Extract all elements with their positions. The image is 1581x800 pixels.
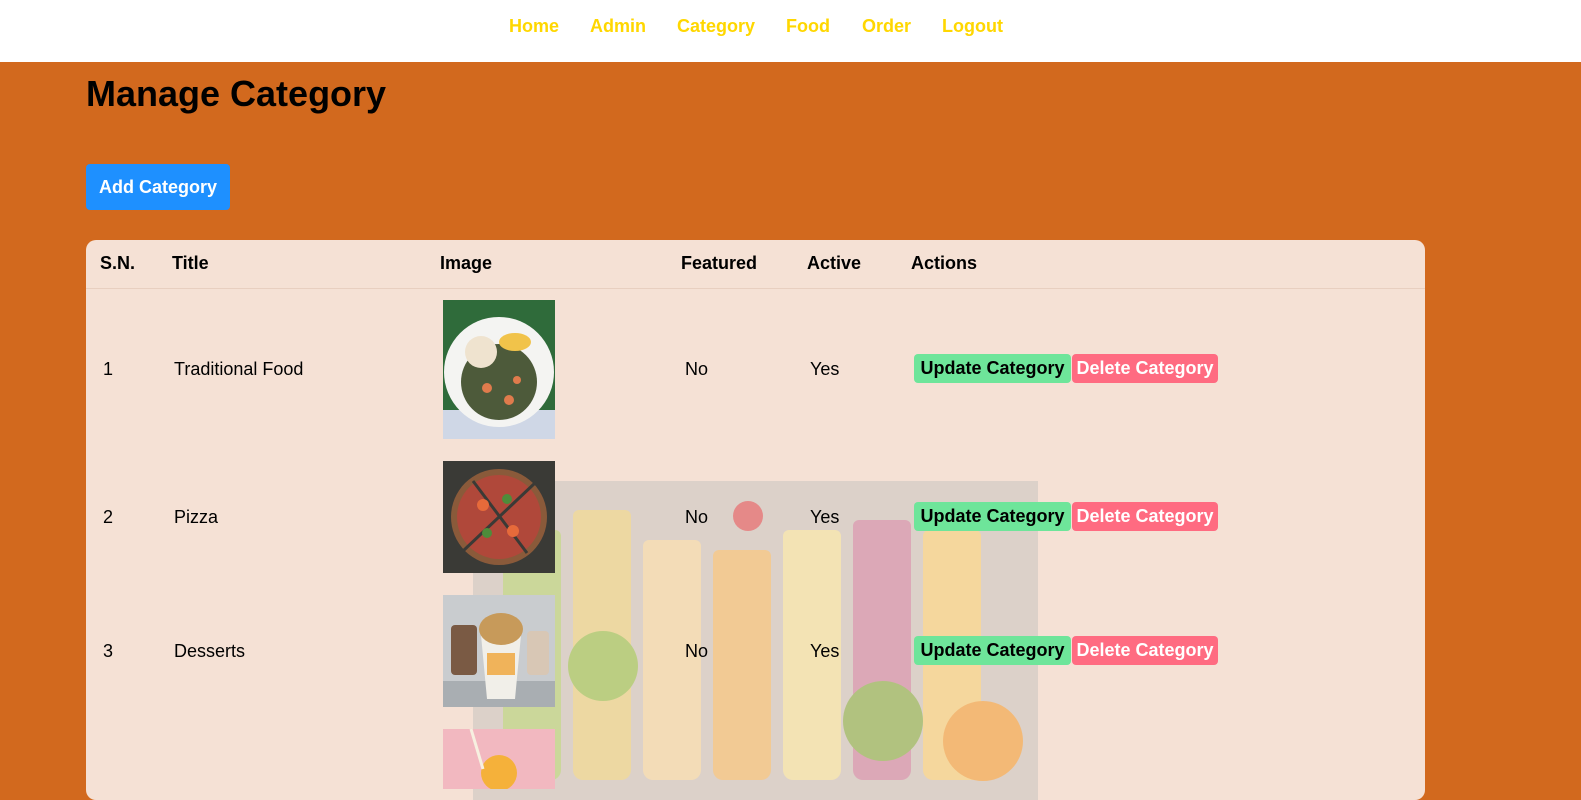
header-divider — [86, 288, 1425, 289]
category-image-traditional-food — [443, 300, 555, 439]
row-featured: No — [685, 359, 709, 379]
column-header-title: Title — [172, 253, 209, 273]
category-image-partial — [443, 729, 555, 789]
column-header-image: Image — [440, 253, 493, 273]
update-category-button[interactable]: Update Category — [914, 354, 1071, 383]
add-category-button[interactable]: Add Category — [86, 164, 230, 210]
top-nav: Home Admin Category Food Order Logout — [0, 0, 1581, 62]
delete-category-button[interactable]: Delete Category — [1072, 354, 1218, 383]
update-category-button[interactable]: Update Category — [914, 502, 1071, 531]
nav-link-home[interactable]: Home — [509, 16, 559, 36]
row-featured: No — [685, 507, 709, 527]
category-image-pizza — [443, 461, 555, 573]
update-category-button[interactable]: Update Category — [914, 636, 1071, 665]
nav-link-food[interactable]: Food — [786, 16, 830, 36]
page-title: Manage Category — [86, 73, 387, 114]
row-sn: 1 — [103, 359, 114, 379]
delete-category-button[interactable]: Delete Category — [1072, 636, 1218, 665]
row-active: Yes — [810, 507, 840, 527]
row-active: Yes — [810, 359, 840, 379]
row-title: Desserts — [174, 641, 246, 661]
column-header-sn: S.N. — [100, 253, 136, 273]
category-image-desserts — [443, 595, 555, 707]
row-sn: 2 — [103, 507, 114, 527]
row-title: Pizza — [174, 507, 219, 527]
nav-link-admin[interactable]: Admin — [590, 16, 646, 36]
column-header-featured: Featured — [681, 253, 758, 273]
nav-link-category[interactable]: Category — [677, 16, 755, 36]
nav-link-order[interactable]: Order — [862, 16, 911, 36]
row-featured: No — [685, 641, 709, 661]
nav-link-logout[interactable]: Logout — [942, 16, 1003, 36]
category-table: S.N. Title Image Featured Active Actions… — [86, 240, 1425, 800]
row-title: Traditional Food — [174, 359, 304, 379]
row-sn: 3 — [103, 641, 114, 661]
delete-category-button[interactable]: Delete Category — [1072, 502, 1218, 531]
column-header-active: Active — [807, 253, 862, 273]
column-header-actions: Actions — [911, 253, 978, 273]
row-active: Yes — [810, 641, 840, 661]
